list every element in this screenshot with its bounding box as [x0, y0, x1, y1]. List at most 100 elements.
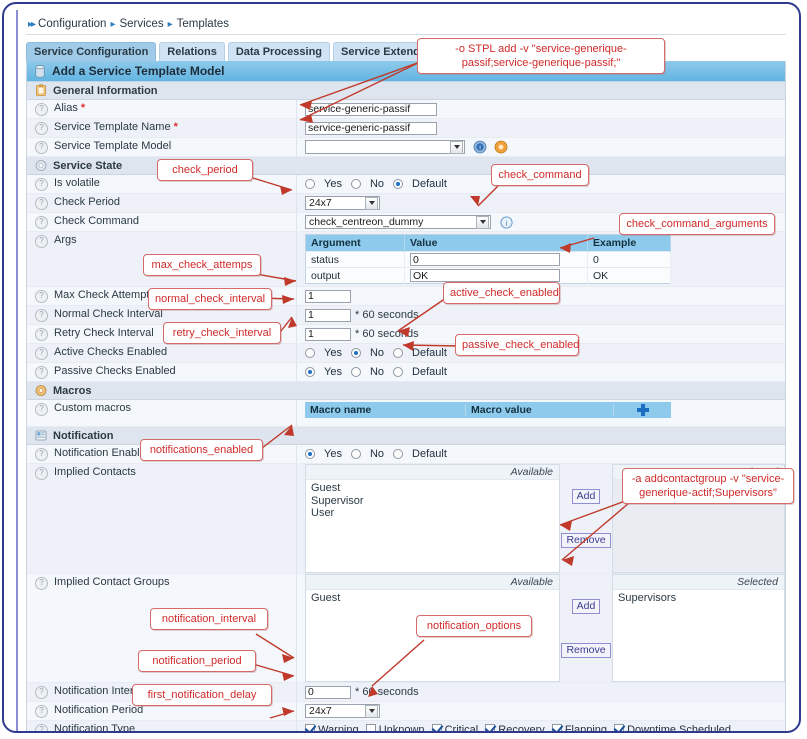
notification-enabled-yes-label: Yes [324, 448, 342, 460]
recovery-checkbox[interactable] [485, 724, 496, 731]
orange-gear-icon[interactable] [494, 140, 508, 154]
label-cell-check-command: ? Check Command [27, 213, 297, 231]
unknown-checkbox[interactable] [365, 724, 376, 731]
breadcrumb-item-configuration[interactable]: Configuration [38, 18, 106, 30]
help-icon[interactable]: ? [35, 328, 48, 341]
active-checks-yes-label: Yes [324, 347, 342, 359]
notification-type-unknown[interactable]: Unknown [365, 724, 425, 731]
is-volatile-no-radio[interactable] [350, 179, 361, 189]
notification-type-downtime[interactable]: Downtime Scheduled [614, 724, 731, 731]
help-icon[interactable]: ? [35, 705, 48, 718]
label-retry-check-interval: Retry Check Interval [54, 327, 154, 339]
annotation-max-check-attemps: max_check_attemps [143, 254, 261, 276]
help-icon[interactable]: ? [35, 122, 48, 135]
service-template-model-select[interactable] [305, 140, 465, 154]
help-icon[interactable]: ? [35, 309, 48, 322]
help-icon[interactable]: ? [35, 141, 48, 154]
help-icon[interactable]: ? [35, 448, 48, 461]
breadcrumb-item-services[interactable]: Services [119, 18, 163, 30]
is-volatile-no-label: No [369, 178, 385, 190]
help-icon[interactable]: ? [35, 216, 48, 229]
help-icon[interactable]: ? [35, 577, 48, 590]
tab-bar: Service Configuration Relations Data Pro… [26, 42, 464, 62]
help-icon[interactable]: ? [35, 103, 48, 116]
retry-check-interval-input[interactable] [305, 327, 351, 341]
info-icon[interactable]: i [500, 215, 513, 229]
field-cell-check-period: 24x7 [297, 194, 785, 212]
contacts-available-items[interactable]: Guest Supervisor User [306, 480, 559, 572]
help-icon[interactable]: ? [35, 467, 48, 480]
groups-selected-items[interactable]: Supervisors [613, 590, 784, 681]
notification-enabled-no-radio[interactable] [350, 449, 361, 459]
notification-enabled-yes-radio[interactable] [305, 449, 315, 459]
args-argument-status: status [305, 251, 405, 268]
args-value-input-output[interactable] [410, 269, 560, 282]
check-period-select[interactable]: 24x7 [305, 196, 380, 210]
notification-period-select[interactable]: 24x7 [305, 704, 380, 718]
notification-interval-input[interactable] [305, 685, 351, 699]
add-macro-button[interactable] [613, 404, 671, 416]
label-cell-custom-macros: ? Custom macros [27, 400, 297, 426]
help-icon[interactable]: ? [35, 366, 48, 379]
contacts-remove-button[interactable]: Remove [561, 533, 611, 549]
args-col-example: Example [587, 234, 671, 252]
notification-type-critical[interactable]: Critical [431, 724, 478, 731]
label-cell-template-model: ? Service Template Model [27, 138, 297, 156]
passive-checks-no-radio[interactable] [350, 367, 361, 377]
help-icon[interactable]: ? [35, 235, 48, 248]
groups-remove-button[interactable]: Remove [561, 642, 611, 658]
passive-checks-yes-radio[interactable] [305, 367, 315, 377]
info-gear-icon[interactable]: i [473, 140, 487, 154]
tab-service-configuration[interactable]: Service Configuration [26, 42, 157, 62]
is-volatile-radio-group: Yes No Default [305, 178, 453, 190]
field-cell-passive-checks: Yes No Default [297, 363, 785, 381]
row-is-volatile: ? Is volatile Yes No Default [27, 175, 785, 194]
help-icon[interactable]: ? [35, 290, 48, 303]
notification-type-warning[interactable]: Warning [305, 724, 359, 731]
flapping-checkbox[interactable] [551, 724, 562, 731]
active-checks-yes-radio[interactable] [305, 348, 315, 358]
label-custom-macros: Custom macros [54, 402, 132, 414]
help-icon[interactable]: ? [35, 724, 48, 731]
tab-data-processing[interactable]: Data Processing [227, 42, 331, 62]
contacts-add-button[interactable]: Add [571, 488, 601, 504]
chevron-right-icon: ▸ [167, 18, 173, 30]
alias-input[interactable] [305, 102, 437, 116]
check-command-select[interactable]: check_centreon_dummy [305, 215, 491, 229]
section-title-notification: Notification [53, 429, 114, 442]
help-icon[interactable]: ? [35, 178, 48, 191]
downtime-scheduled-checkbox[interactable] [614, 724, 625, 731]
notification-type-flapping[interactable]: Flapping [551, 724, 607, 731]
tab-relations[interactable]: Relations [159, 42, 225, 62]
active-checks-default-radio[interactable] [393, 348, 404, 358]
annotation-active-check-enabled: active_check_enabled [443, 282, 560, 304]
normal-check-interval-suffix: * 60 seconds [355, 308, 419, 321]
warning-checkbox[interactable] [305, 724, 315, 731]
contact-groups-duallist: Available Guest Add Remove Selected Supe… [305, 574, 785, 682]
form-title-bar: Add a Service Template Model [27, 61, 785, 82]
breadcrumb-item-templates[interactable]: Templates [177, 18, 229, 30]
label-max-check-attempts: Max Check Attempts [54, 289, 155, 301]
is-volatile-default-radio[interactable] [393, 179, 404, 189]
contacts-available-listbox[interactable]: Available Guest Supervisor User [305, 464, 560, 573]
macro-name-header: Macro name [310, 404, 372, 416]
groups-add-button[interactable]: Add [571, 598, 601, 614]
annotation-notifications-enabled: notifications_enabled [140, 439, 263, 461]
notification-enabled-default-radio[interactable] [393, 449, 404, 459]
critical-checkbox[interactable] [431, 724, 442, 731]
help-icon[interactable]: ? [35, 403, 48, 416]
normal-check-interval-input[interactable] [305, 308, 351, 322]
passive-checks-default-radio[interactable] [393, 367, 404, 377]
help-icon[interactable]: ? [35, 197, 48, 210]
active-checks-no-radio[interactable] [350, 348, 361, 358]
help-icon[interactable]: ? [35, 347, 48, 360]
notification-type-recovery[interactable]: Recovery [485, 724, 545, 731]
is-volatile-yes-radio[interactable] [305, 179, 315, 189]
label-cell-notification-type: ? Notification Type [27, 721, 297, 731]
max-check-attempts-input[interactable] [305, 289, 351, 303]
help-icon[interactable]: ? [35, 686, 48, 699]
args-value-input-status[interactable] [410, 253, 560, 266]
chevron-down-icon [450, 140, 463, 154]
groups-selected-listbox[interactable]: Selected Supervisors [612, 574, 785, 682]
service-template-name-input[interactable] [305, 121, 437, 135]
